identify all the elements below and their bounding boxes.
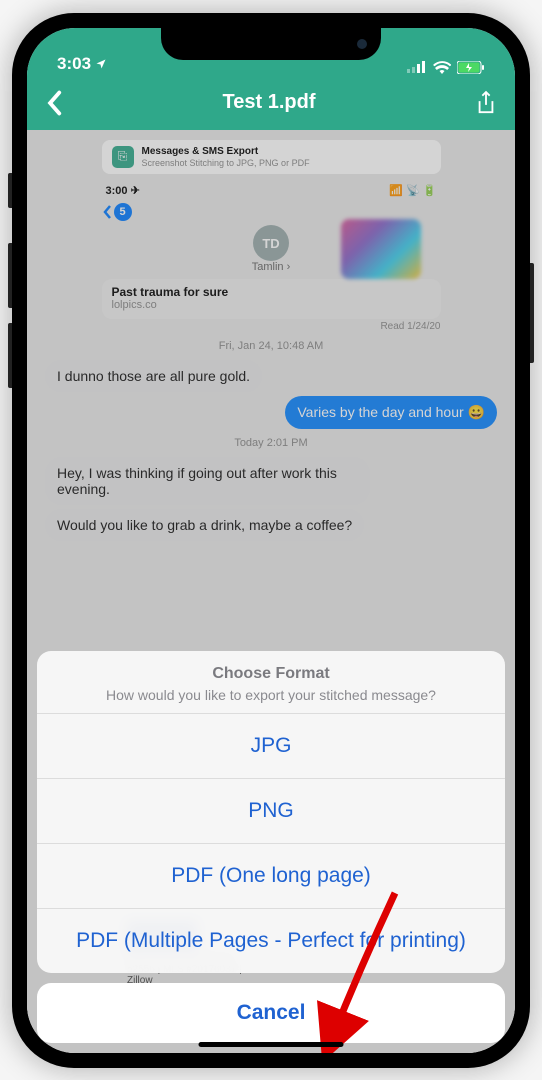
mute-switch bbox=[8, 173, 12, 208]
action-sheet-group: Choose Format How would you like to expo… bbox=[37, 651, 505, 973]
home-indicator[interactable] bbox=[199, 1042, 344, 1047]
format-option-jpg[interactable]: JPG bbox=[37, 713, 505, 778]
format-option-pdf-one-page[interactable]: PDF (One long page) bbox=[37, 843, 505, 908]
action-sheet: Choose Format How would you like to expo… bbox=[37, 651, 505, 1043]
volume-down-button bbox=[8, 323, 12, 388]
phone-frame: 3:03 Test 1.pdf ⎘ Messages & SMS Export bbox=[12, 13, 530, 1068]
front-camera-icon bbox=[357, 39, 367, 49]
sheet-subtitle: How would you like to export your stitch… bbox=[53, 687, 489, 703]
format-option-png[interactable]: PNG bbox=[37, 778, 505, 843]
notch bbox=[161, 28, 381, 60]
sheet-title: Choose Format bbox=[53, 665, 489, 683]
wifi-icon bbox=[433, 61, 451, 74]
power-button bbox=[530, 263, 534, 363]
cancel-button[interactable]: Cancel bbox=[37, 983, 505, 1043]
share-icon[interactable] bbox=[475, 90, 497, 116]
battery-charging-icon bbox=[457, 61, 485, 74]
back-icon[interactable] bbox=[45, 90, 63, 116]
volume-up-button bbox=[8, 243, 12, 308]
format-option-pdf-multi-page[interactable]: PDF (Multiple Pages - Perfect for printi… bbox=[37, 908, 505, 973]
content-area: ⎘ Messages & SMS Export Screenshot Stitc… bbox=[27, 130, 515, 1053]
page-title: Test 1.pdf bbox=[223, 91, 316, 114]
signal-icon bbox=[407, 61, 427, 73]
status-time: 3:03 bbox=[57, 54, 91, 74]
location-icon bbox=[95, 58, 107, 70]
screen: 3:03 Test 1.pdf ⎘ Messages & SMS Export bbox=[27, 28, 515, 1053]
action-sheet-header: Choose Format How would you like to expo… bbox=[37, 651, 505, 713]
nav-bar: Test 1.pdf bbox=[27, 76, 515, 130]
